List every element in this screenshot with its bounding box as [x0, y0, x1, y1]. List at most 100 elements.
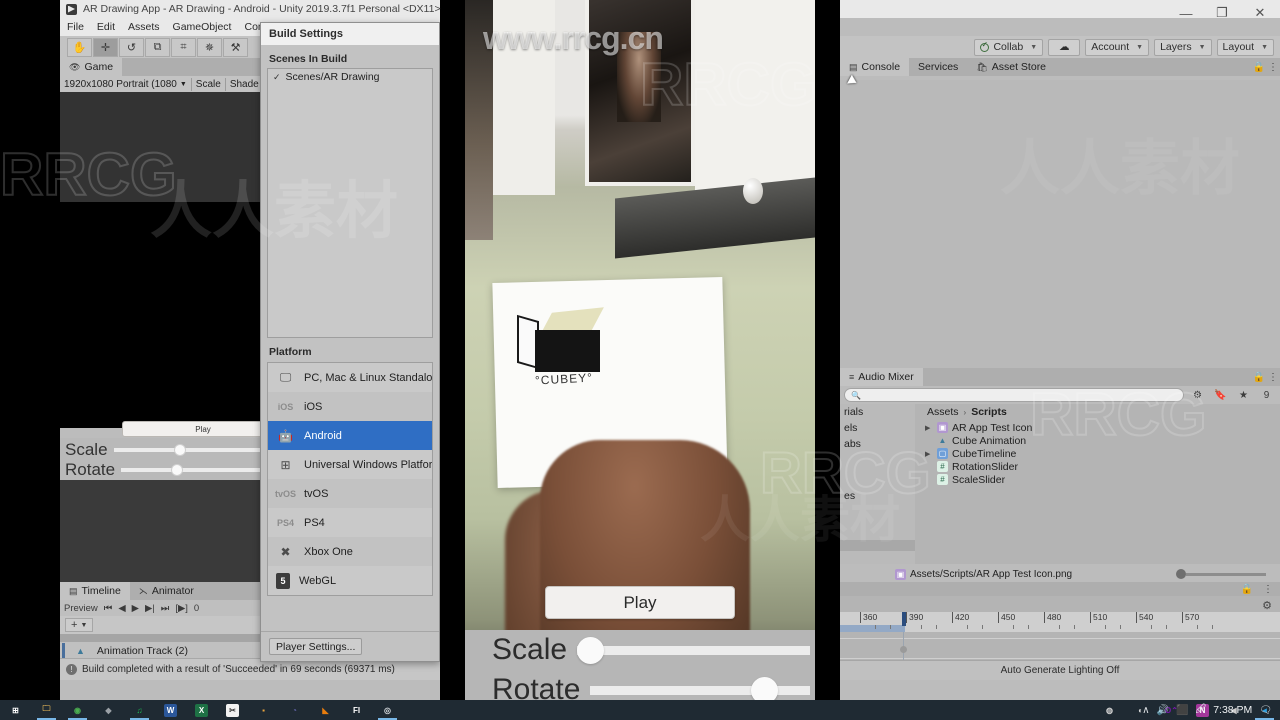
taskbar-item-chrome[interactable]: ◉	[62, 700, 93, 720]
project-lock-icon[interactable]: 🔒	[1252, 372, 1266, 383]
transform-tool-icon[interactable]: ✵	[197, 37, 222, 57]
tab-services[interactable]: Services	[909, 58, 967, 76]
project-folder-tree[interactable]: rials els abs es	[840, 404, 915, 564]
timeline-frame-value[interactable]: 0	[194, 603, 199, 614]
platform-item-standalone[interactable]: 🖵 PC, Mac & Linux Standalone	[268, 363, 432, 392]
taskbar-item-word[interactable]: W	[155, 700, 186, 720]
list-item[interactable]: # ScaleSlider	[915, 473, 1280, 486]
taskbar-item-vlc[interactable]: ◍	[1094, 700, 1125, 720]
menu-item-assets[interactable]: Assets	[128, 21, 160, 33]
project-filter-label-icon[interactable]: 🔖	[1211, 388, 1230, 403]
tray-expand-icon[interactable]: ∧	[1142, 705, 1149, 716]
collab-button[interactable]: Collab ▼	[974, 38, 1044, 56]
project-search-input[interactable]: 🔍	[844, 388, 1184, 402]
folder-scenes[interactable]: es	[840, 488, 915, 504]
maximize-button[interactable]: ❐	[1204, 0, 1240, 26]
timeline-playhead[interactable]	[902, 612, 906, 626]
project-favorites-icon[interactable]: ★	[1234, 388, 1253, 403]
inspector-menu-icon[interactable]: ⋮	[1261, 584, 1275, 595]
transport-play-icon[interactable]: ▶	[132, 603, 139, 614]
layout-button[interactable]: Layout ▼	[1216, 38, 1274, 56]
project-asset-list[interactable]: Assets › Scripts ▶ ▣ AR App Test Icon ▲ …	[915, 404, 1280, 564]
taskbar-item-filmora[interactable]: FI	[341, 700, 372, 720]
transport-prev-frame-icon[interactable]: ◀	[118, 603, 125, 614]
game-view-viewport[interactable]	[60, 92, 285, 428]
tab-console[interactable]: ▤ Console	[840, 58, 910, 76]
ar-rotate-track[interactable]	[590, 676, 810, 704]
taskbar-item-excel[interactable]: X	[186, 700, 217, 720]
platform-item-uwp[interactable]: ⊞ Universal Windows Platform	[268, 450, 432, 479]
taskbar-item-sublime[interactable]: ◆	[93, 700, 124, 720]
timeline-preview-label[interactable]: Preview	[64, 603, 98, 614]
rotate-slider-knob[interactable]	[170, 464, 183, 476]
folder-models[interactable]: els	[840, 420, 915, 436]
volume-icon[interactable]: 🔊	[1157, 705, 1169, 716]
dropbox-icon[interactable]: ⬛	[1176, 705, 1188, 716]
menu-item-edit[interactable]: Edit	[97, 21, 115, 33]
pen-icon[interactable]: 🖉	[1196, 702, 1207, 719]
platform-item-tvos[interactable]: tvOS tvOS	[268, 479, 432, 508]
taskbar-clock[interactable]: 7:38 PM	[1213, 704, 1252, 716]
hand-tool-icon[interactable]: ✋	[67, 37, 92, 57]
tab-timeline[interactable]: ▤ Timeline	[60, 582, 130, 600]
transport-loop-icon[interactable]: [▶]	[175, 603, 188, 614]
tab-animator[interactable]: ⋋ Animator	[130, 582, 203, 600]
console-output-area[interactable]	[840, 80, 1280, 368]
taskbar-item-spotify[interactable]: ♫	[124, 700, 155, 720]
taskbar-item-snipping-tool[interactable]: ✂	[217, 700, 248, 720]
taskbar-item-blender[interactable]: ◣	[310, 700, 341, 720]
platform-item-ps4[interactable]: PS4 PS4	[268, 508, 432, 537]
scale-control[interactable]: Scale	[192, 77, 225, 91]
gear-icon[interactable]: ⚙	[1262, 599, 1272, 612]
platform-item-ios[interactable]: iOS iOS	[268, 392, 432, 421]
scale-slider-track[interactable]	[113, 444, 277, 456]
breadcrumb-scripts[interactable]: Scripts	[971, 406, 1007, 418]
account-button[interactable]: Account ▼	[1085, 38, 1150, 56]
transport-first-frame-icon[interactable]: ⏮	[104, 603, 113, 614]
list-item[interactable]: ▲ Cube Animation	[915, 434, 1280, 447]
transport-last-frame-icon[interactable]: ⏭	[161, 603, 170, 614]
console-menu-icon[interactable]: ⋮	[1266, 62, 1280, 73]
animation-timeline-ruler[interactable]: 360 390 420 450 480 510 540 570	[840, 612, 1280, 632]
keyframe-marker[interactable]	[900, 646, 907, 653]
scale-slider-knob[interactable]	[174, 444, 186, 456]
scenes-in-build-list[interactable]: ✓ Scenes/AR Drawing	[267, 68, 433, 338]
platform-item-android[interactable]: 🤖 Android	[268, 421, 432, 450]
cloud-button[interactable]: ☁	[1048, 38, 1081, 56]
tab-audio-mixer[interactable]: ≡ Audio Mixer	[840, 368, 923, 386]
scene-row[interactable]: ✓ Scenes/AR Drawing	[268, 69, 432, 83]
taskbar-item-unity[interactable]: ◎	[372, 700, 403, 720]
list-item[interactable]: # RotationSlider	[915, 460, 1280, 473]
expand-arrow-icon-2[interactable]: ▶	[925, 450, 933, 458]
list-item[interactable]: ▶ ▣ AR App Test Icon	[915, 421, 1280, 434]
rect-tool-icon[interactable]: ⌗	[171, 37, 196, 57]
layers-button[interactable]: Layers ▼	[1154, 38, 1212, 56]
project-menu-icon[interactable]: ⋮	[1266, 372, 1280, 383]
close-button[interactable]: ✕	[1240, 0, 1280, 26]
scale-tool-icon[interactable]: ⧉	[145, 37, 170, 57]
project-zoom-slider[interactable]	[1176, 568, 1266, 579]
inspector-lock-icon[interactable]: 🔒	[1240, 584, 1254, 595]
taskbar-item-unity-hub[interactable]: ▪	[248, 700, 279, 720]
breadcrumb-assets[interactable]: Assets	[927, 406, 959, 418]
rotate-tool-icon[interactable]: ↺	[119, 37, 144, 57]
transport-next-frame-icon[interactable]: ▶|	[145, 603, 155, 614]
notifications-icon[interactable]: 🗨	[1259, 705, 1272, 716]
player-settings-button[interactable]: Player Settings...	[269, 638, 363, 655]
console-lock-icon[interactable]: 🔒	[1252, 62, 1266, 73]
timeline-add-button[interactable]: + ▼	[65, 618, 94, 632]
taskbar-item-start[interactable]: ⊞	[0, 700, 31, 720]
taskbar-item-file-explorer[interactable]: 🗀	[31, 700, 62, 720]
list-item[interactable]: ▶ ▢ CubeTimeline	[915, 447, 1280, 460]
taskbar-item-teams[interactable]: ◔	[279, 700, 310, 720]
project-filter-type-icon[interactable]: ⚙	[1188, 388, 1207, 403]
move-tool-icon[interactable]: ✛	[93, 37, 118, 57]
tab-game[interactable]: 👁 Game	[60, 58, 123, 76]
scene-checkbox-icon[interactable]: ✓	[273, 72, 281, 83]
expand-arrow-icon[interactable]: ▶	[925, 424, 933, 432]
ar-scale-track[interactable]	[577, 636, 810, 664]
platform-item-xboxone[interactable]: ✖ Xbox One	[268, 537, 432, 566]
menu-item-gameobject[interactable]: GameObject	[173, 21, 232, 33]
folder-scripts-selected[interactable]	[840, 540, 915, 551]
folder-materials[interactable]: rials	[840, 404, 915, 420]
